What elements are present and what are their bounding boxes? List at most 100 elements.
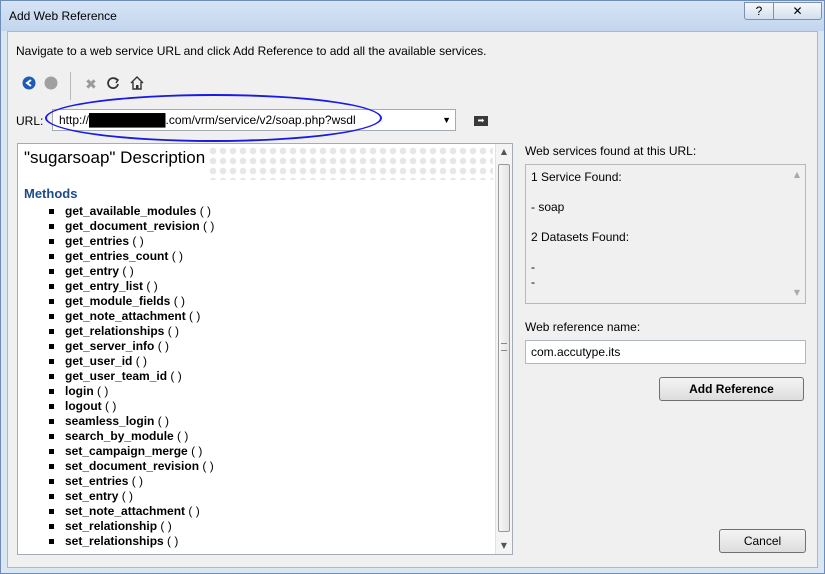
method-name[interactable]: get_available_modules [65, 204, 196, 218]
method-item[interactable]: get_available_modules ( ) [49, 204, 214, 219]
bullet-icon [49, 449, 54, 454]
url-label: URL: [16, 114, 44, 128]
close-button[interactable]: ✕ [773, 2, 822, 20]
method-name[interactable]: get_document_revision [65, 219, 200, 233]
services-line: - [531, 260, 535, 274]
bullet-icon [49, 344, 54, 349]
method-name[interactable]: get_user_team_id [65, 369, 167, 383]
method-item[interactable]: get_user_team_id ( ) [49, 369, 214, 384]
method-item[interactable]: set_document_revision ( ) [49, 459, 214, 474]
method-parens: ( ) [157, 519, 172, 533]
dialog-body: Navigate to a web service URL and click … [7, 31, 818, 568]
method-name[interactable]: set_campaign_merge [65, 444, 188, 458]
bullet-icon [49, 404, 54, 409]
method-item[interactable]: set_entries ( ) [49, 474, 214, 489]
method-item[interactable]: get_user_id ( ) [49, 354, 214, 369]
method-parens: ( ) [168, 249, 184, 263]
bullet-icon [49, 494, 54, 499]
method-name[interactable]: get_entries [65, 234, 129, 248]
methods-heading: Methods [24, 186, 78, 201]
scroll-up-icon[interactable]: ▲ [496, 144, 512, 160]
cancel-button[interactable]: Cancel [719, 529, 806, 553]
refresh-icon[interactable] [104, 76, 122, 94]
method-item[interactable]: set_relationships ( ) [49, 534, 214, 549]
method-name[interactable]: seamless_login [65, 414, 154, 428]
method-parens: ( ) [118, 489, 134, 503]
method-item[interactable]: get_entry_list ( ) [49, 279, 214, 294]
bullet-icon [49, 359, 54, 364]
method-item[interactable]: get_relationships ( ) [49, 324, 214, 339]
service-description-pane: "sugarsoap" Description Methods get_avai… [17, 143, 513, 555]
reference-name-input[interactable]: com.accutype.its [525, 340, 806, 364]
services-label: Web services found at this URL: [525, 144, 697, 158]
method-name[interactable]: get_module_fields [65, 294, 170, 308]
bullet-icon [49, 509, 54, 514]
method-item[interactable]: set_relationship ( ) [49, 519, 214, 534]
method-parens: ( ) [154, 339, 170, 353]
method-name[interactable]: get_entry_list [65, 279, 143, 293]
method-name[interactable]: get_entry [65, 264, 119, 278]
method-item[interactable]: get_module_fields ( ) [49, 294, 214, 309]
method-item[interactable]: get_entries_count ( ) [49, 249, 214, 264]
method-name[interactable]: set_entry [65, 489, 118, 503]
method-list: get_available_modules ( ) get_document_re… [49, 204, 214, 549]
forward-icon[interactable] [42, 76, 60, 94]
bullet-icon [49, 524, 54, 529]
method-item[interactable]: logout ( ) [49, 399, 214, 414]
method-item[interactable]: seamless_login ( ) [49, 414, 214, 429]
bullet-icon [49, 284, 54, 289]
bullet-icon [49, 434, 54, 439]
bullet-icon [49, 254, 54, 259]
method-item[interactable]: set_campaign_merge ( ) [49, 444, 214, 459]
method-parens: ( ) [101, 399, 117, 413]
method-parens: ( ) [119, 264, 134, 278]
method-parens: ( ) [128, 474, 144, 488]
method-item[interactable]: get_server_info ( ) [49, 339, 214, 354]
method-parens: ( ) [196, 204, 212, 218]
dropdown-arrow-icon[interactable]: ▼ [442, 110, 451, 130]
bullet-icon [49, 389, 54, 394]
method-name[interactable]: logout [65, 399, 102, 413]
scroll-thumb[interactable] [498, 164, 510, 532]
method-item[interactable]: get_entry ( ) [49, 264, 214, 279]
scroll-up-icon[interactable]: ▲ [789, 167, 805, 183]
help-button[interactable]: ? [744, 2, 774, 20]
back-icon[interactable] [20, 76, 38, 94]
method-item[interactable]: get_note_attachment ( ) [49, 309, 214, 324]
title-bar[interactable]: Add Web Reference ? ✕ [1, 1, 824, 31]
scroll-down-icon[interactable]: ▼ [789, 285, 805, 301]
services-scrollbar[interactable]: ▲ ▼ [790, 165, 805, 303]
description-scrollbar[interactable]: ▲ ▼ [495, 144, 512, 554]
method-parens: ( ) [199, 219, 215, 233]
method-name[interactable]: set_relationships [65, 534, 164, 548]
method-name[interactable]: login [65, 384, 94, 398]
add-reference-button[interactable]: Add Reference [659, 377, 804, 401]
method-parens: ( ) [154, 414, 170, 428]
method-name[interactable]: get_entries_count [65, 249, 168, 263]
method-name[interactable]: get_user_id [65, 354, 132, 368]
method-name[interactable]: set_relationship [65, 519, 157, 533]
services-line: 2 Datasets Found: [531, 230, 630, 244]
method-item[interactable]: search_by_module ( ) [49, 429, 214, 444]
description-title: "sugarsoap" Description [24, 148, 206, 167]
stop-icon[interactable]: ✖ [82, 76, 100, 94]
method-name[interactable]: set_entries [65, 474, 128, 488]
method-item[interactable]: get_entries ( ) [49, 234, 214, 249]
services-line: - soap [531, 200, 565, 214]
method-name[interactable]: set_document_revision [65, 459, 199, 473]
method-item[interactable]: set_note_attachment ( ) [49, 504, 214, 519]
method-parens: ( ) [164, 324, 180, 338]
method-name[interactable]: get_note_attachment [65, 309, 186, 323]
method-name[interactable]: search_by_module [65, 429, 174, 443]
method-name[interactable]: set_note_attachment [65, 504, 185, 518]
method-name[interactable]: get_server_info [65, 339, 154, 353]
bullet-icon [49, 269, 54, 274]
go-arrow-icon[interactable]: ➡ [474, 116, 488, 126]
method-name[interactable]: get_relationships [65, 324, 164, 338]
scroll-down-icon[interactable]: ▼ [496, 538, 512, 554]
home-icon[interactable] [128, 76, 146, 94]
method-item[interactable]: set_entry ( ) [49, 489, 214, 504]
method-item[interactable]: get_document_revision ( ) [49, 219, 214, 234]
method-parens: ( ) [143, 279, 158, 293]
method-item[interactable]: login ( ) [49, 384, 214, 399]
